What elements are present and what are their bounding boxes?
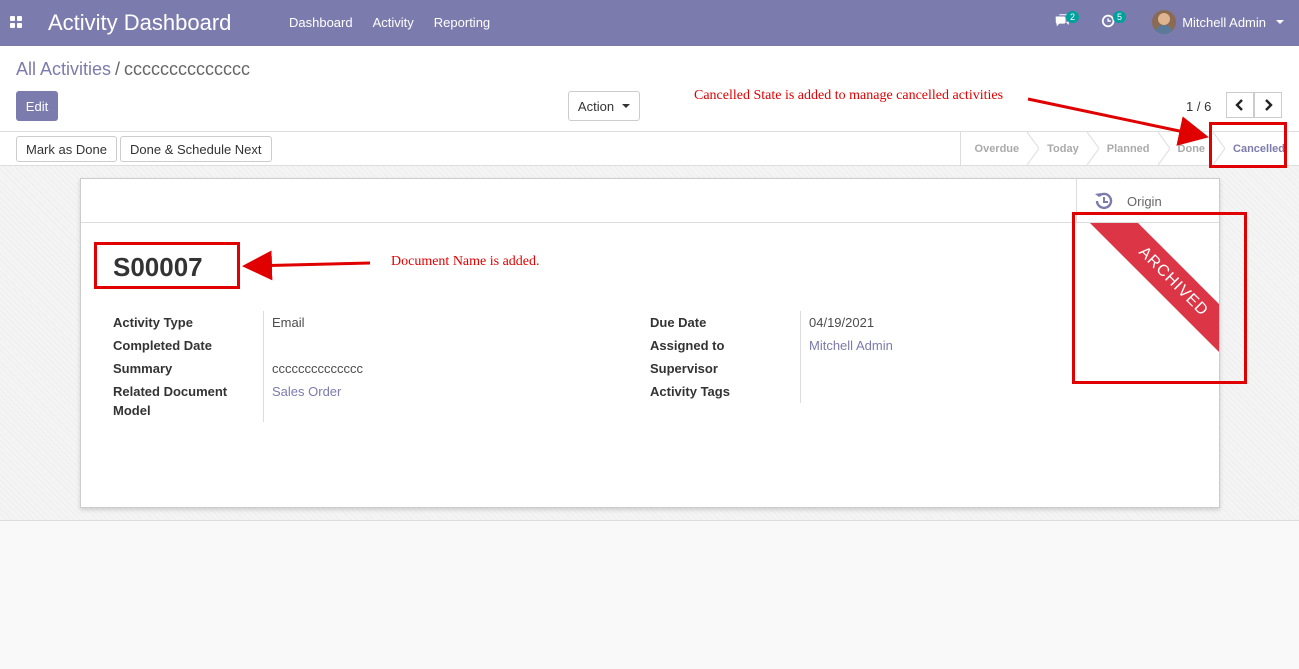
stage-today[interactable]: Today <box>1033 132 1099 165</box>
field-label: Assigned to <box>650 338 725 353</box>
field-value <box>800 380 809 403</box>
action-label: Action <box>577 98 615 114</box>
field-label: Supervisor <box>650 361 718 376</box>
user-menu[interactable]: Mitchell Admin <box>1152 10 1284 34</box>
field-value-link[interactable]: Sales Order <box>263 380 341 422</box>
edit-button[interactable]: Edit <box>16 91 58 121</box>
breadcrumb-current: cccccccccccccc <box>124 59 251 79</box>
field-label: Related Document Model <box>113 384 228 418</box>
avatar <box>1152 10 1177 34</box>
pager-previous-button[interactable] <box>1226 92 1254 118</box>
field-label: Due Date <box>650 315 707 330</box>
stage-label: Today <box>1047 142 1079 155</box>
breadcrumb-separator: / <box>115 59 121 79</box>
field-assigned-to: Assigned to Mitchell Admin <box>650 334 893 357</box>
stage-label: Overdue <box>974 142 1020 155</box>
field-value: 04/19/2021 <box>800 311 874 334</box>
top-navbar: Activity Dashboard Dashboard Activity Re… <box>0 0 1299 46</box>
stage-planned[interactable]: Planned <box>1093 132 1170 165</box>
menu-reporting[interactable]: Reporting <box>434 15 490 30</box>
field-value <box>263 334 272 357</box>
annotation-docname-note: Document Name is added. <box>391 254 540 269</box>
annotation-box-docname <box>94 242 240 289</box>
chevron-left-icon <box>1235 99 1243 111</box>
field-activity-tags: Activity Tags <box>650 380 893 403</box>
field-supervisor: Supervisor <box>650 357 893 380</box>
chevron-right-icon <box>1265 99 1273 111</box>
annotation-cancelled-note: Cancelled State is added to manage cance… <box>694 88 1004 103</box>
statusbar: Mark as Done Done & Schedule Next Overdu… <box>0 131 1299 166</box>
breadcrumb-parent[interactable]: All Activities <box>16 59 111 79</box>
field-value-link[interactable]: Mitchell Admin <box>800 334 893 357</box>
stage-overdue[interactable]: Overdue <box>961 132 1040 165</box>
field-label: Activity Tags <box>650 384 730 399</box>
field-due-date: Due Date 04/19/2021 <box>650 311 893 334</box>
field-value <box>800 357 809 380</box>
origin-label: Origin <box>1127 193 1162 209</box>
field-label: Summary <box>113 361 173 376</box>
field-value: Email <box>263 311 305 334</box>
field-activity-type: Activity Type Email <box>113 311 363 334</box>
messages-badge: 2 <box>1066 11 1080 23</box>
field-label: Activity Type <box>113 315 193 330</box>
field-completed-date: Completed Date <box>113 334 363 357</box>
messages-systray[interactable]: 2 <box>1054 11 1080 31</box>
field-label: Completed Date <box>113 338 212 353</box>
stage-label: Planned <box>1106 142 1150 155</box>
right-field-group: Due Date 04/19/2021 Assigned to Mitchell… <box>650 311 893 403</box>
breadcrumb: All Activities / cccccccccccccc <box>16 59 250 80</box>
control-panel: All Activities / cccccccccccccc Edit Actio… <box>0 46 1299 132</box>
pager-value[interactable]: 1 / 6 <box>1186 99 1211 114</box>
left-field-group: Activity Type Email Completed Date Summa… <box>113 311 363 422</box>
field-summary: Summary cccccccccccccc <box>113 357 363 380</box>
field-related-document-model: Related Document Model Sales Order <box>113 380 363 422</box>
history-icon <box>1095 192 1113 210</box>
main-menu: Dashboard Activity Reporting <box>289 15 490 30</box>
apps-menu-icon[interactable] <box>10 16 22 28</box>
caret-down-icon <box>1276 20 1284 24</box>
menu-dashboard[interactable]: Dashboard <box>289 15 353 30</box>
pager-next-button[interactable] <box>1254 92 1282 118</box>
app-title: Activity Dashboard <box>48 10 232 35</box>
activities-badge: 5 <box>1113 11 1127 23</box>
activities-systray[interactable]: 5 <box>1101 11 1127 31</box>
done-schedule-next-button[interactable]: Done & Schedule Next <box>120 136 272 162</box>
menu-activity[interactable]: Activity <box>373 15 414 30</box>
stage-label: Done <box>1177 142 1206 155</box>
button-box: Origin <box>81 179 1219 223</box>
mark-as-done-button[interactable]: Mark as Done <box>16 136 117 162</box>
form-sheet: Origin ARCHIVED S00007 Activity Type Ema… <box>80 178 1220 508</box>
action-dropdown[interactable]: Action <box>568 91 640 121</box>
annotation-box-ribbon <box>1072 212 1247 384</box>
user-name: Mitchell Admin <box>1182 14 1266 30</box>
field-value: cccccccccccccc <box>263 357 363 380</box>
caret-down-icon <box>622 104 631 108</box>
